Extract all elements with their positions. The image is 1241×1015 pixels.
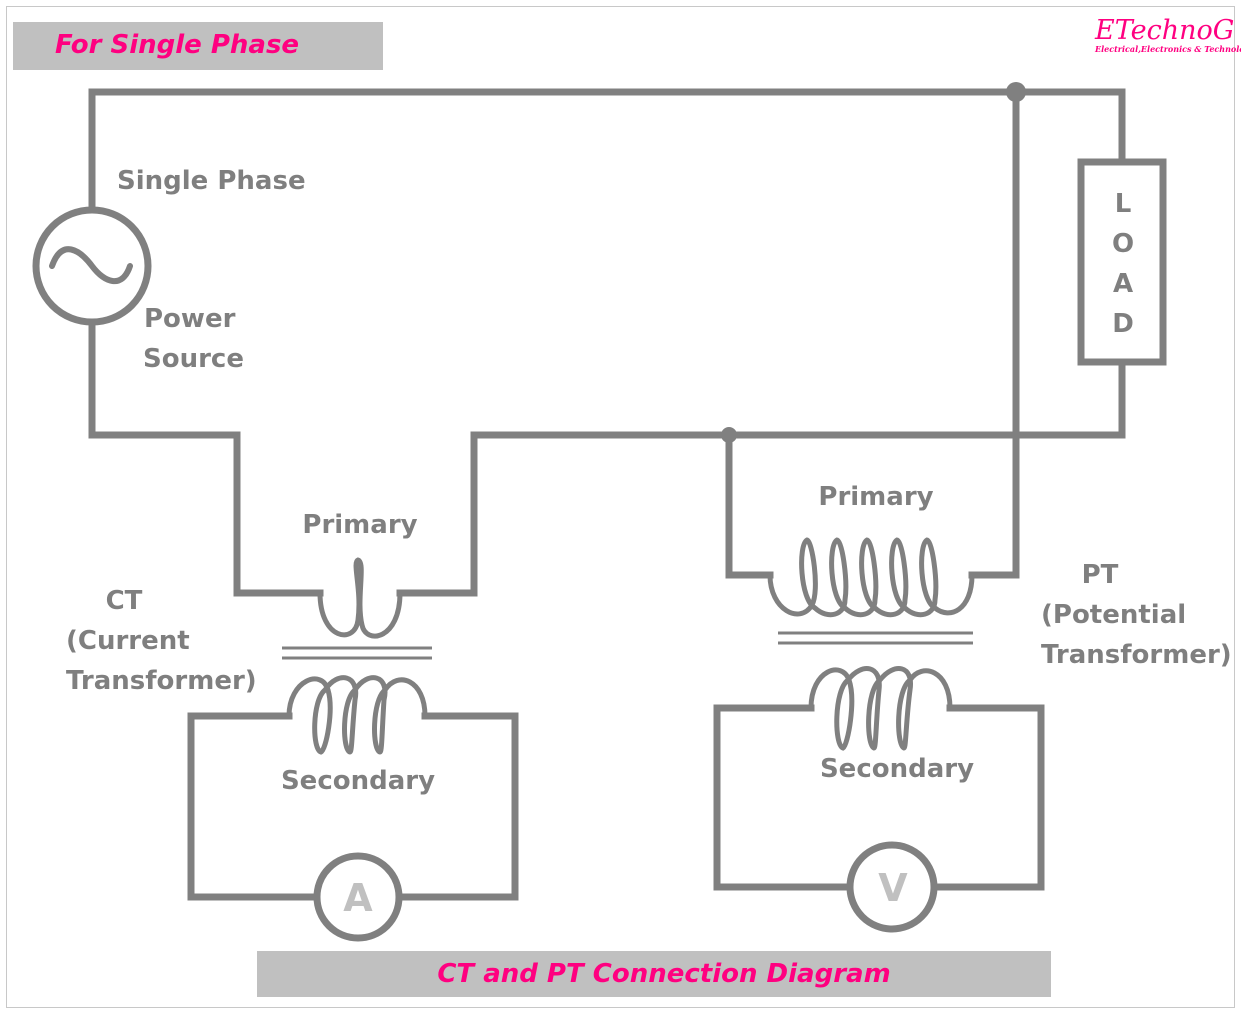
current-transformer: Primary Secondary A CT (Current Transfor…	[66, 510, 519, 942]
load-box: L O A D	[1077, 158, 1167, 366]
source-label-top: Single Phase	[117, 166, 306, 196]
header-banner-title: For Single Phase	[55, 30, 299, 60]
ct-secondary-wire-right	[396, 712, 519, 901]
load-letter-d: D	[1112, 309, 1134, 339]
ct-title-line3: Transformer)	[66, 666, 257, 696]
pt-primary-coil-icon	[767, 537, 975, 618]
ct-title-line2: (Current	[66, 626, 190, 656]
junction-node-top	[1006, 82, 1026, 102]
voltmeter-symbol: V	[878, 866, 908, 910]
pt-primary-left-wire	[725, 431, 774, 579]
ct-primary-label: Primary	[302, 510, 417, 540]
ct-title-line1: CT	[106, 586, 143, 616]
load-letter-l: L	[1115, 189, 1132, 219]
potential-transformer: Primary Secondary V PT (Potential Transf…	[713, 482, 1232, 933]
source-label-line2: Source	[143, 344, 244, 374]
pt-title-line1: PT	[1082, 560, 1119, 590]
load-letter-o: O	[1112, 229, 1134, 259]
ac-source: Single Phase Power Source	[32, 166, 306, 374]
pt-secondary-coil-icon	[808, 666, 953, 751]
ammeter-symbol: A	[343, 876, 373, 920]
pt-secondary-label: Secondary	[820, 754, 974, 784]
footer-banner: CT and PT Connection Diagram	[257, 951, 1051, 997]
circuit-diagram: For Single Phase ETechnoG Electrical,Ele…	[13, 15, 1241, 997]
ct-secondary-label: Secondary	[281, 766, 435, 796]
pt-title-line2: (Potential	[1041, 600, 1186, 630]
pt-title-line3: Transformer)	[1041, 640, 1232, 670]
main-circuit-wires	[88, 82, 1126, 597]
junction-node-bottom	[721, 427, 737, 443]
pt-primary-label: Primary	[818, 482, 933, 512]
pt-primary-right-wire	[968, 88, 1020, 579]
pt-secondary-wire-right	[931, 704, 1045, 891]
logo-tagline: Electrical,Electronics & Technology	[1094, 44, 1241, 54]
ct-primary-coil-icon	[317, 557, 403, 639]
brand-logo: ETechnoG Electrical,Electronics & Techno…	[1094, 15, 1241, 54]
footer-caption: CT and PT Connection Diagram	[437, 959, 890, 989]
load-letter-a: A	[1113, 269, 1133, 299]
source-label-line1: Power	[144, 304, 236, 334]
ct-secondary-coil-icon	[286, 675, 428, 755]
ct-secondary-wire-left	[187, 712, 320, 901]
header-banner: For Single Phase	[13, 22, 383, 70]
pt-secondary-wire-left	[713, 704, 855, 891]
logo-brand: ETechnoG	[1094, 15, 1234, 46]
